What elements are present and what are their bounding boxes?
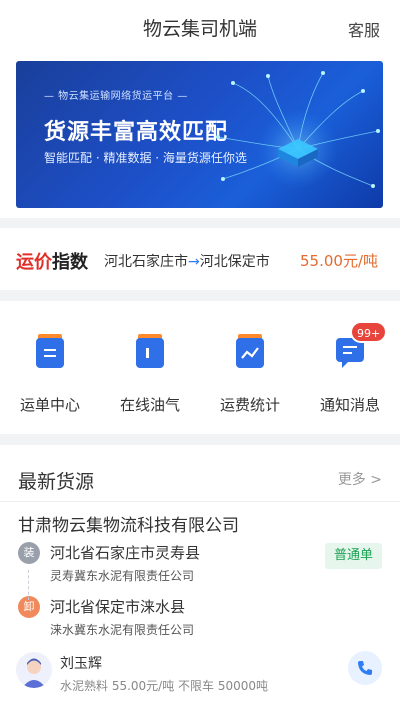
fuel-icon [136,334,164,368]
freight-price: 55.00元/吨 [300,252,378,270]
page-title: 物云集司机端 [142,18,257,40]
unloading-marker: 卸 [18,596,40,618]
driver-name: 刘玉辉 [60,656,102,672]
banner-platform-text: — 物云集运输网络货运平台 — [44,91,188,102]
menu-item-label: 在线油气 [119,396,180,414]
freight-index-row[interactable]: 运价指数 河北石家庄市→河北保定市 55.00元/吨 [0,228,400,290]
freight-route: 河北石家庄市→河北保定市 [104,251,270,271]
more-link[interactable]: 更多 > [338,469,382,489]
menu-item-label: 运单中心 [19,396,80,414]
latest-cargo-section: 最新货源 更多 > 甘肃物云集物流科技有限公司 装 河北省石家庄市灵寿县 灵寿冀… [0,445,400,711]
order-type-tag: 普通单 [324,543,382,569]
menu-item-freight-stats[interactable]: 运费统计 [200,301,300,434]
driver-avatar-icon [22,658,46,688]
loading-place: 河北省石家庄市灵寿县 [50,544,201,562]
freight-index-logo-part2: 指数 [52,252,88,273]
menu-item-notifications[interactable]: 99+ 通知消息 [300,301,400,434]
route-arrow-icon: → [188,254,200,270]
menu-item-label: 通知消息 [319,396,380,414]
route-origin: 河北石家庄市 [104,254,188,270]
avatar [16,652,52,688]
phone-icon [358,661,372,675]
route-destination: 河北保定市 [199,254,270,270]
menu-item-online-fuel[interactable]: 在线油气 [100,301,200,434]
banner-headline: 货源丰富高效匹配 [44,120,229,145]
freight-index-logo: 运价指数 [16,248,88,274]
call-button[interactable] [348,651,382,685]
function-menu: 运单中心 在线油气 运费统计 99+ 通知消息 [0,301,400,434]
document-icon [36,334,64,368]
menu-item-label: 运费统计 [219,396,280,414]
loading-marker: 装 [18,542,40,564]
notification-count-badge: 99+ [350,321,388,343]
customer-service-button[interactable]: 客服 [348,17,380,41]
network-illustration-icon [216,71,380,189]
divider [0,501,400,502]
cargo-info: 水泥熟料 55.00元/吨 不限车 50000吨 [60,679,269,693]
freight-index-logo-part1: 运价 [16,252,52,273]
loading-firm: 灵寿冀东水泥有限责任公司 [50,569,195,583]
top-bar: 物云集司机端 客服 [0,0,400,52]
chart-icon [236,334,264,368]
unloading-firm: 涞水冀东水泥有限责任公司 [50,623,195,637]
unloading-place: 河北省保定市涞水县 [50,598,186,616]
menu-item-waybill-center[interactable]: 运单中心 [0,301,100,434]
cargo-company-name[interactable]: 甘肃物云集物流科技有限公司 [18,511,239,536]
section-title: 最新货源 [18,471,95,493]
route-connector [28,570,29,600]
promo-banner[interactable]: — 物云集运输网络货运平台 — 货源丰富高效匹配 智能匹配 · 精准数据 · 海… [16,61,383,208]
banner-section: — 物云集运输网络货运平台 — 货源丰富高效匹配 智能匹配 · 精准数据 · 海… [0,52,400,218]
